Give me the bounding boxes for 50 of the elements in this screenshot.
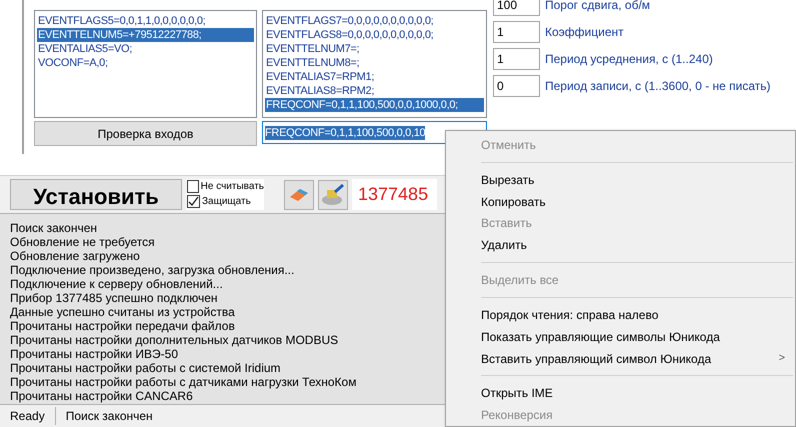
config-line[interactable]: EVENTALIAS5=VO; [37,42,254,56]
check-inputs-button[interactable]: Проверка входов [34,121,257,146]
menu-item[interactable]: Показать управляющие символы Юникода [446,326,795,348]
config-line[interactable]: EVENTTELNUM8=; [265,56,484,70]
field-label: Период усреднения, с (1..240) [545,51,713,68]
log-line: Данные успешно считаны из устройства [10,305,235,319]
checkbox[interactable] [187,195,200,208]
menu-item[interactable]: Копировать [446,190,795,212]
menu-item[interactable]: Вставить управляющий символ Юникода > [446,348,795,370]
log-line: Обновление не требуется [10,235,155,249]
config-line[interactable]: EVENTALIAS7=RPM1; [265,70,484,84]
checkbox-label: Не считывать [200,180,264,194]
field-label: Период записи, с (1..3600, 0 - не писать) [545,78,771,95]
field-label: Порог сдвига, об/м [545,0,650,14]
log-line: Прочитаны настройки ИВЭ-50 [10,347,178,361]
log-line: Прочитаны настройки CANCAR6 [10,389,193,403]
log-line: Подключение произведено, загрузка обновления... [10,263,294,277]
log-line: Обновление загружено [10,249,140,263]
brush-button[interactable] [318,180,348,210]
number-field[interactable]: 1 [493,48,540,70]
config-line[interactable]: VOCONF=A,0; [37,56,254,70]
log-line: Прочитаны настройки работы с датчиками нагрузки ТехноКом [10,375,356,389]
install-button[interactable]: Установить [10,179,182,210]
checkbox-label: Защищать [202,195,251,209]
submenu-arrow-icon: > [778,350,785,367]
number-field[interactable]: 0 [493,75,540,97]
number-field[interactable]: 1 [493,21,540,43]
eraser-icon [288,186,310,202]
log-line: Прочитаны настройки работы с системой Iridium [10,361,281,375]
status-text: Ready [0,407,56,425]
number-field[interactable]: 100 [493,0,540,16]
checkbox[interactable] [187,180,199,193]
config-line[interactable]: EVENTFLAGS8=0,0,0,0,0,0,0,0,0,0; [265,28,484,42]
field-label: Коэффициент [545,24,624,41]
menu-item[interactable]: Порядок чтения: справа налево [446,304,795,326]
status-text: Поиск закончен [64,408,154,425]
log-line: Прочитаны настройки передачи файлов [10,319,235,333]
menu-item[interactable]: Удалить [446,234,795,256]
menu-item[interactable]: Открыть IME [446,382,795,404]
device-number: 1377485 [352,179,437,210]
log-line: Поиск закончен [10,221,97,235]
menu-item[interactable]: Вырезать [446,168,795,191]
config-line[interactable]: EVENTFLAGS5=0,0,1,1,0,0,0,0,0,0; [37,14,254,28]
log-line: Прибор 1377485 успешно подключен [10,291,218,305]
config-line[interactable]: EVENTALIAS8=RPM2; [265,84,484,98]
brush-disk-icon [321,184,345,206]
config-line[interactable]: EVENTTELNUM7=; [265,42,484,56]
log-line: Прочитаны настройки дополнительных датчиков MODBUS [10,333,338,347]
config-line[interactable]: EVENTFLAGS7=0,0,0,0,0,0,0,0,0,0; [265,14,484,28]
log-line: Подключение к серверу обновлений... [10,277,223,291]
